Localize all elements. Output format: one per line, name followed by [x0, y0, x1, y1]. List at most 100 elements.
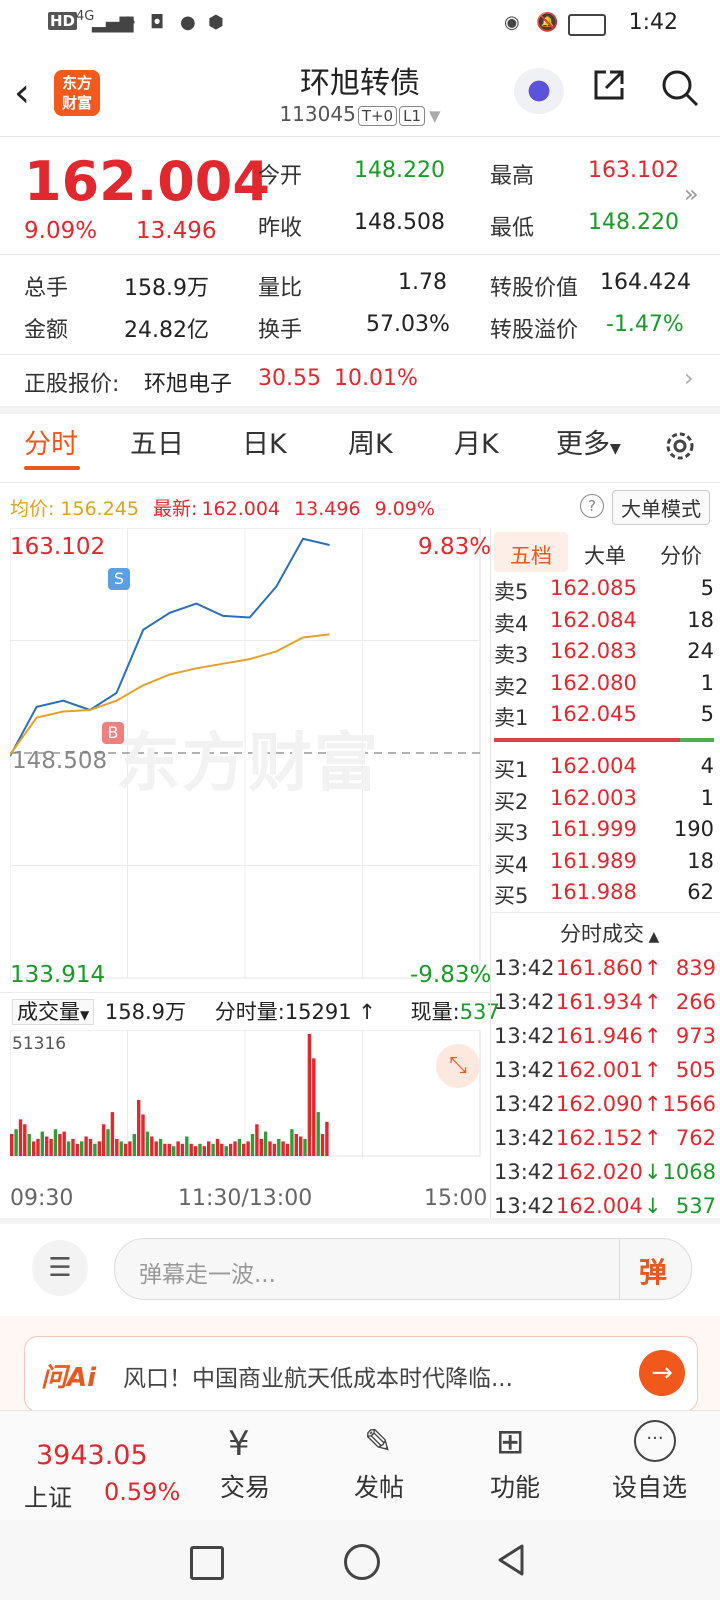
- conversion-value-label: 转股价值: [490, 276, 579, 301]
- bid-row[interactable]: 买2 162.003 1: [494, 786, 716, 816]
- volume-bar: [101, 1124, 106, 1156]
- tick-direction-icon: ↑: [644, 1092, 662, 1116]
- buy-marker[interactable]: B: [102, 722, 124, 744]
- amount-value: 24.82亿: [124, 318, 209, 343]
- recents-icon[interactable]: [190, 1546, 224, 1580]
- conversion-value: 164.424: [600, 270, 691, 295]
- bid-row[interactable]: 买3 161.999 190: [494, 817, 716, 847]
- volume-bar: [14, 1129, 18, 1156]
- chevron-right-icon: ›: [684, 364, 694, 392]
- y-max-price: 163.102: [10, 534, 106, 560]
- tick-row[interactable]: 13:42 161.934 ↑ 266: [494, 990, 718, 1022]
- home-icon[interactable]: [344, 1544, 380, 1580]
- tick-volume: 973: [675, 1024, 716, 1048]
- ai-banner[interactable]: 问Ai 风口！中国商业航天低成本时代降临... →: [24, 1336, 698, 1412]
- volume-bar: [119, 1141, 123, 1156]
- volume-bar: [303, 1138, 307, 1156]
- tick-row[interactable]: 13:42 162.001 ↑ 505: [494, 1058, 718, 1090]
- change-amount: 13.496: [136, 218, 217, 244]
- tick-row[interactable]: 13:42 162.020 ↓ 1068: [494, 1160, 718, 1192]
- danmu-input[interactable]: 弹幕走一波... 弹: [114, 1238, 692, 1300]
- tick-direction-icon: ↑: [644, 990, 662, 1014]
- volume-bar: [198, 1143, 202, 1156]
- volume-bar: [211, 1143, 215, 1156]
- tab-five-day[interactable]: 五日: [130, 422, 184, 461]
- volume-value: 158.9万: [124, 276, 209, 301]
- settings-icon[interactable]: [662, 428, 698, 464]
- volume-indicator-select[interactable]: 成交量▼: [12, 999, 95, 1025]
- share-icon[interactable]: [592, 68, 626, 102]
- volume-chart[interactable]: [10, 1030, 490, 1186]
- ask-row[interactable]: 卖1 162.045 5: [494, 702, 716, 732]
- tick-row[interactable]: 13:42 162.090 ↑ 1566: [494, 1092, 718, 1124]
- more-icon[interactable]: ···: [634, 1420, 676, 1462]
- arrow-right-icon[interactable]: →: [639, 1350, 685, 1396]
- nav-function[interactable]: 功能: [490, 1468, 540, 1504]
- nav-post[interactable]: 发帖: [354, 1468, 404, 1504]
- ai-banner-text: 风口！中国商业航天低成本时代降临...: [123, 1366, 513, 1392]
- tick-title[interactable]: 分时成交 ▲: [560, 918, 659, 948]
- fullscreen-icon[interactable]: ⤡: [436, 1044, 480, 1088]
- tick-time: 13:42: [494, 1058, 555, 1082]
- amount-label: 金额: [24, 318, 69, 343]
- tab-more[interactable]: 更多▼: [556, 422, 621, 461]
- expand-icon[interactable]: »: [684, 180, 699, 208]
- bid-row[interactable]: 买4 161.989 18: [494, 849, 716, 879]
- assistant-avatar[interactable]: [514, 68, 564, 114]
- tab-order-book[interactable]: 五档: [510, 540, 552, 570]
- back-nav-icon[interactable]: [494, 1542, 530, 1578]
- message-icon: ●: [180, 12, 196, 33]
- tab-price-distribution[interactable]: 分价: [660, 540, 702, 570]
- bid-row[interactable]: 买5 161.988 62: [494, 880, 716, 910]
- tick-row[interactable]: 13:42 162.152 ↑ 762: [494, 1126, 718, 1158]
- tick-price: 162.090: [556, 1092, 643, 1116]
- sell-marker[interactable]: S: [108, 568, 130, 590]
- tick-direction-icon: ↑: [644, 1126, 662, 1150]
- change-pct: 9.09%: [24, 218, 98, 244]
- post-icon[interactable]: ✎: [364, 1422, 393, 1462]
- tick-price: 162.001: [556, 1058, 643, 1082]
- volume-bar: [312, 1058, 316, 1156]
- bid-price: 162.003: [550, 785, 637, 810]
- trade-icon[interactable]: ¥: [228, 1424, 250, 1464]
- tick-volume: 505: [675, 1058, 716, 1082]
- volume-bar: [268, 1141, 272, 1156]
- index-ticker[interactable]: 3943.05 上证 0.59%: [24, 1426, 194, 1512]
- function-icon[interactable]: ⊞: [496, 1422, 525, 1462]
- last-price: 162.004: [24, 150, 270, 213]
- volume-bar: [180, 1143, 185, 1156]
- tab-day-k[interactable]: 日K: [242, 422, 287, 461]
- ask-row[interactable]: 卖4 162.084 18: [494, 608, 716, 638]
- ask-row[interactable]: 卖3 162.083 24: [494, 639, 716, 669]
- wifi-icon: ◠: [120, 12, 136, 33]
- ask-row[interactable]: 卖2 162.080 1: [494, 671, 716, 701]
- danmu-toggle[interactable]: 弹: [639, 1251, 667, 1291]
- big-order-mode-button[interactable]: 大单模式: [612, 490, 710, 525]
- ask-price: 162.085: [550, 576, 637, 600]
- underlying-stock-row[interactable]: 正股报价: 环旭电子 30.55 10.01% ›: [0, 354, 720, 406]
- volume-bar: [233, 1141, 237, 1156]
- search-icon[interactable]: [660, 68, 700, 108]
- stock-code[interactable]: 113045 T+0 L1 ▼: [0, 102, 720, 126]
- tab-minute[interactable]: 分时: [24, 422, 78, 461]
- volume-bar: [250, 1134, 255, 1156]
- tick-volume: 1068: [662, 1160, 716, 1184]
- index-name: 上证: [24, 1484, 72, 1512]
- bid-level: 买2: [494, 789, 529, 814]
- nav-add-watchlist[interactable]: 设自选: [612, 1468, 687, 1504]
- tab-month-k[interactable]: 月K: [454, 422, 499, 461]
- tick-time: 13:42: [494, 1024, 555, 1048]
- underlying-label: 正股报价:: [24, 372, 120, 397]
- tick-row[interactable]: 13:42 161.946 ↑ 973: [494, 1024, 718, 1056]
- y-min-pct: -9.83%: [410, 962, 492, 988]
- tab-big-orders[interactable]: 大单: [584, 540, 626, 570]
- volume-bar: [307, 1034, 312, 1156]
- tab-week-k[interactable]: 周K: [348, 422, 393, 461]
- bid-row[interactable]: 买1 162.004 4: [494, 754, 716, 784]
- ask-row[interactable]: 卖5 162.085 5: [494, 576, 716, 606]
- help-icon[interactable]: ?: [580, 494, 604, 518]
- volume-bar: [237, 1138, 242, 1156]
- comment-list-icon[interactable]: ☰: [32, 1240, 88, 1296]
- nav-trade[interactable]: 交易: [220, 1468, 270, 1504]
- tick-row[interactable]: 13:42 161.860 ↑ 839: [494, 956, 718, 988]
